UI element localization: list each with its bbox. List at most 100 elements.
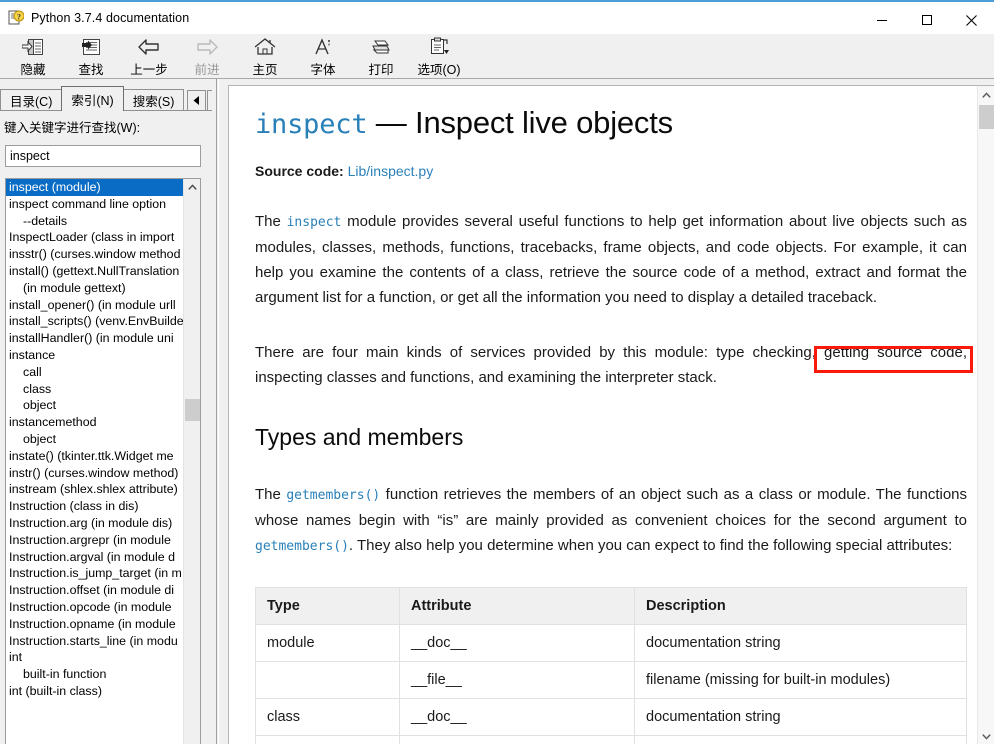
- toolbar-label: 上一步: [130, 63, 168, 77]
- cell-type: [255, 660, 400, 699]
- toolbar-label: 前进: [194, 63, 220, 77]
- toolbar-button-hide[interactable]: 隐藏: [4, 34, 62, 78]
- cell-attribute: __doc__: [399, 697, 635, 736]
- tab-index[interactable]: 索引(N): [61, 86, 124, 111]
- index-list-item[interactable]: Instruction.offset (in module di: [6, 582, 183, 599]
- index-list-scrollbar[interactable]: [183, 179, 200, 744]
- cell-attribute: __file__: [399, 660, 635, 699]
- index-list-item[interactable]: instate() (tkinter.ttk.Widget me: [6, 448, 183, 465]
- splitter-bar: [216, 79, 219, 744]
- section-heading-types-and-members: Types and members: [255, 424, 464, 451]
- index-list-item[interactable]: call: [6, 364, 183, 381]
- column-header-attribute: Attribute: [399, 586, 635, 625]
- close-button[interactable]: [949, 4, 994, 36]
- index-list-item[interactable]: instr() (curses.window method): [6, 465, 183, 482]
- index-list-item[interactable]: int (built-in class): [6, 683, 183, 700]
- index-list-item[interactable]: instream (shlex.shlex attribute): [6, 481, 183, 498]
- index-list-item[interactable]: instance: [6, 347, 183, 364]
- maximize-button[interactable]: [904, 4, 949, 36]
- tab-label: 目录(C): [10, 95, 53, 109]
- toolbar-button-font[interactable]: 字体: [294, 34, 352, 78]
- index-list-item[interactable]: Instruction.is_jump_target (in m: [6, 565, 183, 582]
- index-list-item[interactable]: inspect command line option: [6, 196, 183, 213]
- toolbar-button-options[interactable]: 选项(O): [410, 34, 468, 78]
- index-list-item[interactable]: --details: [6, 213, 183, 230]
- index-list-item[interactable]: Instruction.arg (in module dis): [6, 515, 183, 532]
- index-list-item[interactable]: install() (gettext.NullTranslation: [6, 263, 183, 280]
- cell-type: [255, 734, 400, 744]
- table-row: module __doc__ documentation string: [255, 623, 967, 662]
- document-scroll-thumb[interactable]: [979, 105, 994, 129]
- print-icon: [369, 36, 393, 58]
- table-body: module __doc__ documentation string __file_…: [255, 623, 967, 744]
- document-scroll-down-icon[interactable]: [978, 727, 994, 744]
- intro-prefix: The: [255, 213, 287, 231]
- index-list-item[interactable]: install_scripts() (venv.EnvBuilde: [6, 313, 183, 330]
- tab-search[interactable]: 搜索(S): [122, 89, 185, 111]
- index-list-item[interactable]: Instruction.argval (in module d: [6, 549, 183, 566]
- document-scrollbar[interactable]: [977, 86, 994, 744]
- index-list-item[interactable]: Instruction.argrepr (in module: [6, 532, 183, 549]
- getmembers-suffix: . They also help you determine when you …: [348, 536, 953, 554]
- cell-description: name with which this class was defined: [634, 734, 967, 744]
- source-code-link[interactable]: Lib/inspect.py: [348, 163, 434, 179]
- toolbar-button-print[interactable]: 打印: [352, 34, 410, 78]
- window-title: Python 3.7.4 documentation: [31, 11, 190, 25]
- index-list-item[interactable]: object: [6, 431, 183, 448]
- index-list-item[interactable]: Instruction.opcode (in module: [6, 599, 183, 616]
- index-list-item[interactable]: inspect (module): [6, 179, 183, 196]
- options-icon: [426, 36, 452, 58]
- table-header-row: Type Attribute Description: [255, 586, 967, 625]
- tab-label: 搜索(S): [132, 95, 175, 109]
- index-list-item[interactable]: InspectLoader (class in import: [6, 229, 183, 246]
- page-title-dash: —: [367, 105, 416, 140]
- pane-splitter[interactable]: [212, 79, 228, 744]
- tab-scroll-left-icon[interactable]: [187, 90, 207, 111]
- index-list-item[interactable]: class: [6, 381, 183, 398]
- toolbar-button-find[interactable]: 查找: [62, 34, 120, 78]
- index-list: inspect (module) inspect command line opt…: [6, 179, 183, 700]
- index-list-item[interactable]: insstr() (curses.window method: [6, 246, 183, 263]
- chm-help-viewer-window: ? Python 3.7.4 documentation 隐藏 查找 上一步 前…: [0, 0, 994, 744]
- table-row: class __doc__ documentation string: [255, 697, 967, 736]
- index-list-item[interactable]: installHandler() (in module uni: [6, 330, 183, 347]
- document-scroll-up-icon[interactable]: [978, 86, 994, 104]
- toolbar-button-home[interactable]: 主页: [236, 34, 294, 78]
- index-list-item[interactable]: built-in function: [6, 666, 183, 683]
- index-list-item[interactable]: Instruction.starts_line (in modu: [6, 633, 183, 650]
- forward-arrow-icon: [194, 36, 220, 58]
- table-row: __file__ filename (missing for built-in m…: [255, 660, 967, 699]
- keyword-label: 键入关键字进行查找(W):: [4, 121, 141, 135]
- back-arrow-icon: [136, 36, 162, 58]
- inline-code-getmembers-2: getmembers(): [255, 538, 349, 554]
- cell-attribute: __doc__: [399, 623, 635, 662]
- index-list-item[interactable]: int: [6, 649, 183, 666]
- table-row: namename with which this class was defin…: [255, 734, 967, 744]
- scroll-up-icon[interactable]: [184, 179, 200, 196]
- index-list-item[interactable]: object: [6, 397, 183, 414]
- minimize-button[interactable]: [859, 4, 904, 36]
- index-list-item[interactable]: (in module gettext): [6, 280, 183, 297]
- attributes-table: Type Attribute Description module __doc__…: [255, 586, 967, 744]
- index-list-item[interactable]: Instruction (class in dis): [6, 498, 183, 515]
- index-list-item[interactable]: install_opener() (in module urll: [6, 297, 183, 314]
- column-header-description: Description: [634, 586, 967, 625]
- toolbar-button-back[interactable]: 上一步: [120, 34, 178, 78]
- keyword-search-input[interactable]: [5, 145, 201, 167]
- toolbar-label: 字体: [310, 63, 336, 77]
- intro-rest: module provides several useful functions…: [255, 213, 968, 307]
- getmembers-paragraph: The getmembers() function retrieves the …: [255, 482, 967, 559]
- tab-contents[interactable]: 目录(C): [0, 89, 63, 111]
- find-icon: [80, 36, 102, 58]
- index-listbox[interactable]: inspect (module) inspect command line opt…: [5, 178, 201, 744]
- index-list-item[interactable]: instancemethod: [6, 414, 183, 431]
- title-bar: ? Python 3.7.4 documentation: [0, 0, 994, 34]
- cell-description: documentation string: [634, 623, 967, 662]
- toolbar-label: 查找: [78, 63, 104, 77]
- toolbar-label: 主页: [252, 63, 278, 77]
- toolbar-label: 隐藏: [20, 63, 46, 77]
- index-list-scroll-thumb[interactable]: [185, 399, 200, 421]
- column-header-type: Type: [255, 586, 400, 625]
- index-list-item[interactable]: Instruction.opname (in module: [6, 616, 183, 633]
- cell-description: filename (missing for built-in modules): [634, 660, 967, 699]
